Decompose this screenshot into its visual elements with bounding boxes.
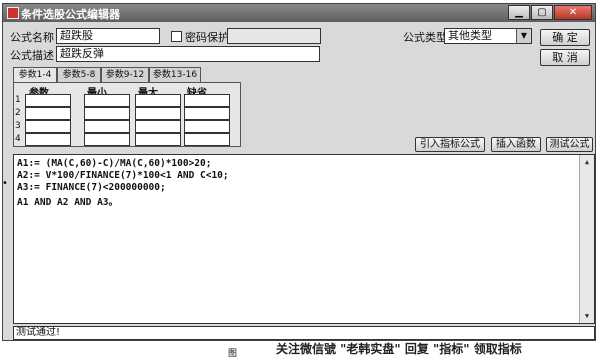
- row-number: 1: [15, 95, 21, 105]
- import-indicator-button[interactable]: 引入指标公式: [415, 137, 485, 152]
- formula-desc-field[interactable]: 超跌反弹: [56, 46, 320, 62]
- code-line: A3:= FINANCE(7)<200000000;: [17, 182, 166, 193]
- formula-name-label: 公式名称: [10, 31, 54, 44]
- bullet-mark: •: [2, 178, 8, 189]
- ok-button[interactable]: 确 定: [540, 29, 590, 46]
- close-button[interactable]: ✕: [554, 5, 592, 20]
- formula-type-select[interactable]: 其他类型 ▼: [444, 28, 532, 44]
- tab-params-9-12[interactable]: 参数9-12: [101, 67, 149, 82]
- param-name-cell[interactable]: [25, 120, 71, 133]
- param-max-cell[interactable]: [135, 94, 181, 107]
- param-max-cell[interactable]: [135, 133, 181, 146]
- formula-name-field[interactable]: 超跌股: [56, 28, 160, 44]
- title-bar[interactable]: 条件选股公式编辑器 ▁ ▢ ✕: [3, 4, 595, 22]
- code-line: A1 AND A2 AND A3。: [17, 197, 119, 208]
- minimize-button[interactable]: ▁: [508, 5, 530, 20]
- param-max-cell[interactable]: [135, 107, 181, 120]
- password-field[interactable]: [227, 28, 321, 44]
- test-formula-button[interactable]: 测试公式: [546, 137, 593, 152]
- param-min-cell[interactable]: [84, 107, 130, 120]
- param-max-cell[interactable]: [135, 120, 181, 133]
- maximize-button[interactable]: ▢: [531, 5, 553, 20]
- param-default-cell[interactable]: [184, 120, 230, 133]
- tab-params-13-16[interactable]: 参数13-16: [149, 67, 201, 82]
- row-number: 3: [15, 121, 21, 131]
- password-label: 密码保护: [185, 31, 229, 44]
- formula-type-label: 公式类型: [403, 31, 447, 44]
- password-checkbox[interactable]: [171, 31, 182, 42]
- app-icon: [7, 7, 19, 19]
- code-line: A1:= (MA(C,60)-C)/MA(C,60)*100>20;: [17, 158, 212, 169]
- param-name-cell[interactable]: [25, 107, 71, 120]
- param-name-cell[interactable]: [25, 133, 71, 146]
- param-default-cell[interactable]: [184, 107, 230, 120]
- chevron-down-icon[interactable]: ▼: [516, 29, 531, 43]
- param-min-cell[interactable]: [84, 94, 130, 107]
- row-number: 2: [15, 108, 21, 118]
- param-min-cell[interactable]: [84, 133, 130, 146]
- tab-params-5-8[interactable]: 参数5-8: [57, 67, 101, 82]
- figure-label: 图: [228, 349, 238, 359]
- code-line: A2:= V*100/FINANCE(7)*100<1 AND C<10;: [17, 170, 229, 181]
- param-default-cell[interactable]: [184, 94, 230, 107]
- formula-desc-label: 公式描述: [10, 49, 54, 62]
- watermark-text: 关注微信號 "老韩实盘" 回复 "指标" 领取指标: [276, 342, 522, 356]
- scroll-down-icon[interactable]: ▼: [580, 309, 594, 323]
- cancel-button[interactable]: 取 消: [540, 49, 590, 66]
- status-bar: 测试通过!: [13, 326, 595, 340]
- scroll-up-icon[interactable]: ▲: [580, 155, 594, 169]
- param-default-cell[interactable]: [184, 133, 230, 146]
- param-min-cell[interactable]: [84, 120, 130, 133]
- tab-params-1-4[interactable]: 参数1-4: [13, 67, 57, 83]
- window-title: 条件选股公式编辑器: [21, 8, 120, 21]
- formula-code-editor[interactable]: A1:= (MA(C,60)-C)/MA(C,60)*100>20; A2:= …: [13, 154, 595, 324]
- vertical-scrollbar[interactable]: ▲ ▼: [579, 155, 594, 323]
- row-number: 4: [15, 134, 21, 144]
- param-name-cell[interactable]: [25, 94, 71, 107]
- formula-type-value: 其他类型: [448, 29, 492, 42]
- formula-editor-window: 条件选股公式编辑器 ▁ ▢ ✕ 公式名称 超跌股 密码保护 公式描述 超跌反弹 …: [2, 3, 596, 341]
- insert-function-button[interactable]: 插入函数: [491, 137, 541, 152]
